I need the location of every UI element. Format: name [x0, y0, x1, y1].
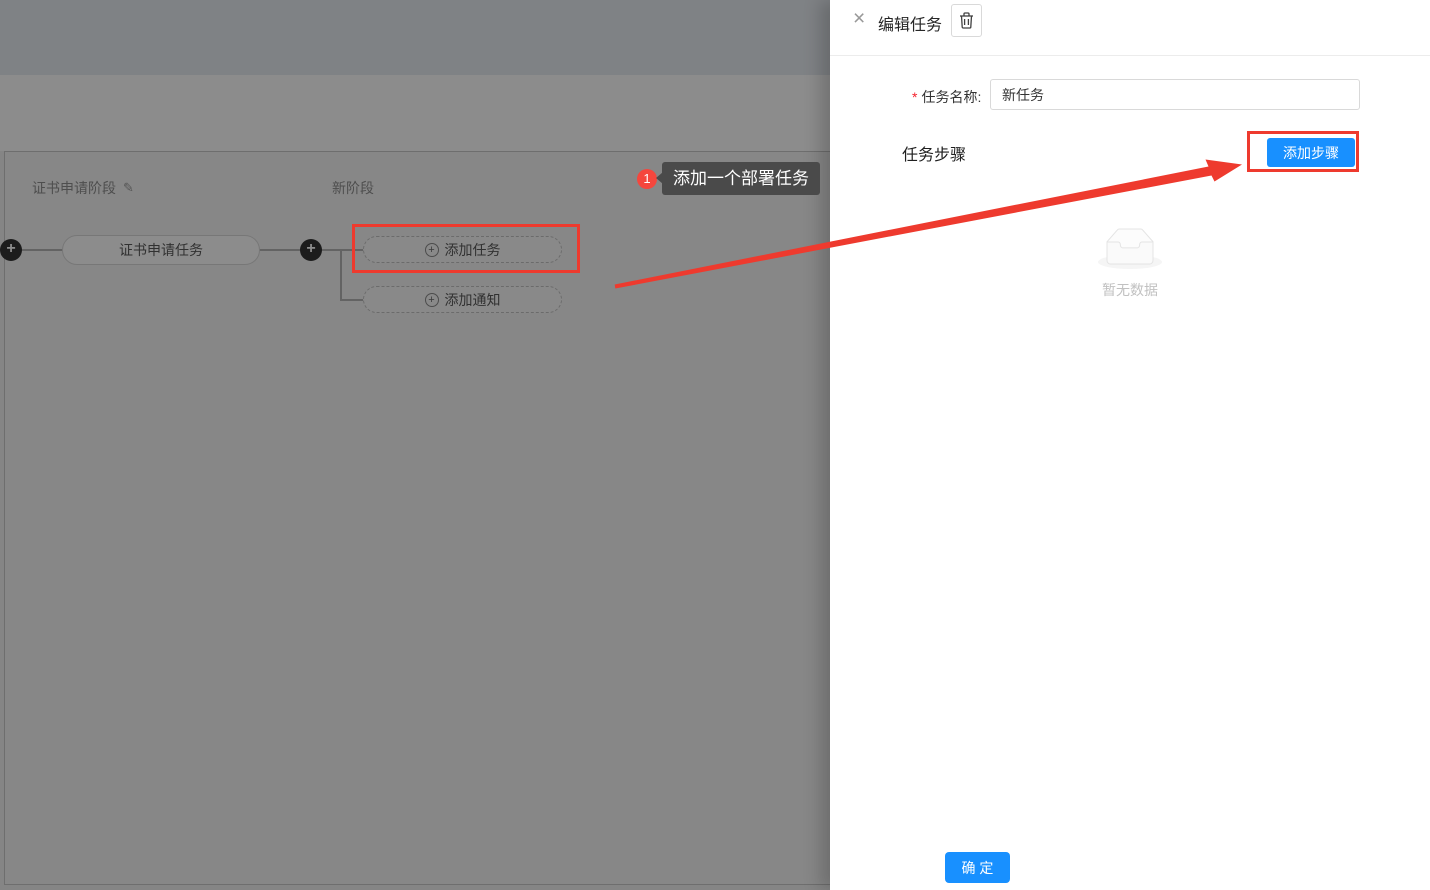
trash-icon	[959, 12, 974, 29]
edit-task-drawer: × 编辑任务 *任务名称: 任务步骤 添加步骤 暂无数据 确 定	[830, 0, 1430, 890]
header-divider	[830, 55, 1430, 56]
delete-task-button[interactable]	[951, 4, 982, 37]
task-name-label: *任务名称:	[912, 87, 981, 107]
task-name-label-text: 任务名称:	[921, 89, 981, 105]
empty-state: 暂无数据	[830, 228, 1430, 300]
close-icon[interactable]: ×	[853, 7, 865, 31]
task-steps-title: 任务步骤	[902, 141, 966, 165]
annotation-badge: 1	[637, 169, 657, 189]
empty-state-text: 暂无数据	[830, 280, 1430, 300]
task-name-input[interactable]	[990, 79, 1360, 110]
confirm-button[interactable]: 确 定	[945, 852, 1010, 883]
add-step-button[interactable]: 添加步骤	[1267, 138, 1355, 167]
annotation-tooltip: 添加一个部署任务	[662, 162, 820, 195]
drawer-title: 编辑任务	[878, 11, 942, 35]
required-mark: *	[912, 89, 917, 105]
empty-box-icon	[1098, 228, 1162, 269]
